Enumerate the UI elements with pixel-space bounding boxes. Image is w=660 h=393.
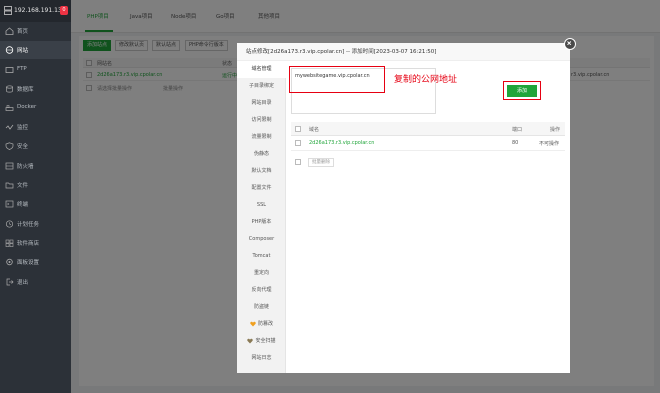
menu-site-dir[interactable]: 网站目录 bbox=[237, 95, 286, 112]
site-edit-modal: 站点修改[2d26a173.r3.vip.cpolar.cn] -- 添加时间[… bbox=[237, 38, 576, 373]
highlight-box-domain bbox=[289, 66, 385, 93]
terminal-icon bbox=[5, 200, 14, 208]
sidebar-item-label: 首页 bbox=[17, 29, 29, 35]
sidebar-item-label: 监控 bbox=[17, 125, 29, 131]
sidebar-item-label: Docker bbox=[17, 104, 37, 110]
sidebar-item-home[interactable]: 首页 bbox=[0, 22, 71, 40]
sidebar-item-logout[interactable]: 退出 bbox=[0, 273, 71, 291]
sidebar-item-files[interactable]: 文件 bbox=[0, 176, 71, 194]
close-icon bbox=[567, 41, 572, 46]
menu-label: 防篡改 bbox=[257, 321, 273, 327]
sidebar-item-label: 防火墙 bbox=[17, 164, 34, 170]
modal-title: 站点修改[2d26a173.r3.vip.cpolar.cn] -- 添加时间[… bbox=[237, 43, 570, 61]
sidebar: 192.168.191.130 0 首页 网站 FTP 数据库 Docker 监… bbox=[0, 0, 71, 393]
menu-composer[interactable]: Composer bbox=[237, 231, 286, 248]
sidebar-item-firewall[interactable]: 防火墙 bbox=[0, 157, 71, 175]
home-icon bbox=[5, 27, 14, 35]
menu-domain-manage[interactable]: 域名管理 bbox=[237, 61, 286, 78]
database-icon bbox=[6, 85, 13, 93]
shield-icon bbox=[5, 142, 14, 150]
sidebar-item-label: 文件 bbox=[17, 183, 29, 189]
domain-table-header: 域名 端口 操作 bbox=[291, 122, 565, 136]
menu-default-doc[interactable]: 默认文档 bbox=[237, 163, 286, 180]
sidebar-item-terminal[interactable]: 终端 bbox=[0, 195, 71, 213]
menu-config-file[interactable]: 配置文件 bbox=[237, 180, 286, 197]
menu-security-scan[interactable]: 安全扫描 bbox=[237, 333, 286, 350]
menu-rewrite[interactable]: 伪静态 bbox=[237, 146, 286, 163]
server-header: 192.168.191.130 0 bbox=[0, 0, 71, 22]
menu-tamper-proof[interactable]: 防篡改 bbox=[237, 316, 286, 333]
menu-traffic-limit[interactable]: 流量限制 bbox=[237, 129, 286, 146]
menu-ssl[interactable]: SSL bbox=[237, 197, 286, 214]
sidebar-item-website[interactable]: 网站 bbox=[0, 41, 71, 59]
logout-icon bbox=[6, 278, 14, 286]
server-icon bbox=[4, 6, 12, 15]
sidebar-item-label: 软件商店 bbox=[17, 241, 40, 247]
notification-badge[interactable]: 0 bbox=[60, 6, 68, 15]
gear-icon bbox=[6, 258, 13, 266]
action-cell: 不可操作 bbox=[539, 141, 560, 147]
col-action: 操作 bbox=[550, 127, 561, 133]
heart-icon bbox=[247, 338, 254, 343]
select-all-checkbox[interactable] bbox=[295, 126, 301, 132]
batch-checkbox[interactable] bbox=[295, 159, 301, 165]
server-ip: 192.168.191.130 bbox=[14, 7, 66, 14]
monitor-icon bbox=[5, 124, 14, 130]
modal-menu: 域名管理 子目录绑定 网站目录 访问限制 流量限制 伪静态 默认文档 配置文件 … bbox=[237, 61, 286, 373]
sidebar-item-settings[interactable]: 面板设置 bbox=[0, 253, 71, 271]
port-cell: 80 bbox=[512, 140, 519, 146]
sidebar-item-label: 面板设置 bbox=[17, 260, 40, 266]
firewall-icon bbox=[5, 162, 14, 170]
menu-site-log[interactable]: 网站日志 bbox=[237, 350, 286, 367]
sidebar-item-label: 计划任务 bbox=[17, 222, 40, 228]
sidebar-item-label: 终端 bbox=[17, 202, 29, 208]
sidebar-item-security[interactable]: 安全 bbox=[0, 137, 71, 155]
folder-icon bbox=[5, 182, 14, 189]
table-row: 2d26a173.r3.vip.cpolar.cn 80 不可操作 bbox=[291, 136, 565, 151]
sidebar-item-store[interactable]: 软件商店 bbox=[0, 234, 71, 252]
menu-redirect[interactable]: 重定向 bbox=[237, 265, 286, 282]
row-checkbox[interactable] bbox=[295, 140, 301, 146]
heart-icon bbox=[250, 321, 256, 326]
highlight-box-add bbox=[503, 81, 541, 100]
sidebar-item-ftp[interactable]: FTP bbox=[0, 61, 71, 79]
sidebar-item-label: 退出 bbox=[17, 280, 29, 286]
sidebar-item-label: 数据库 bbox=[17, 87, 34, 93]
docker-icon bbox=[5, 105, 14, 111]
menu-access-limit[interactable]: 访问限制 bbox=[237, 112, 286, 129]
menu-php-version[interactable]: PHP版本 bbox=[237, 214, 286, 231]
sidebar-item-label: 网站 bbox=[17, 48, 29, 54]
sidebar-item-cron[interactable]: 计划任务 bbox=[0, 215, 71, 233]
ftp-icon bbox=[5, 67, 14, 73]
sidebar-item-database[interactable]: 数据库 bbox=[0, 80, 71, 98]
col-port: 端口 bbox=[512, 127, 523, 133]
menu-label: 安全扫描 bbox=[255, 338, 276, 344]
annotation-text: 复制的公网地址 bbox=[394, 75, 458, 85]
sidebar-item-label: FTP bbox=[17, 66, 27, 72]
sidebar-item-monitor[interactable]: 监控 bbox=[0, 118, 71, 136]
store-icon bbox=[5, 239, 14, 247]
close-button[interactable] bbox=[564, 38, 576, 50]
col-domain: 域名 bbox=[309, 127, 320, 133]
clock-icon bbox=[5, 220, 14, 228]
menu-reverse-proxy[interactable]: 反向代理 bbox=[237, 282, 286, 299]
batch-delete-button[interactable]: 批量删除 bbox=[308, 158, 334, 167]
sidebar-item-label: 安全 bbox=[17, 144, 29, 150]
menu-tomcat[interactable]: Tomcat bbox=[237, 248, 286, 265]
domain-cell[interactable]: 2d26a173.r3.vip.cpolar.cn bbox=[309, 140, 374, 146]
globe-icon bbox=[5, 46, 14, 54]
sidebar-item-docker[interactable]: Docker bbox=[0, 99, 71, 117]
menu-subdir-bind[interactable]: 子目录绑定 bbox=[237, 78, 286, 95]
menu-hotlink[interactable]: 防盗链 bbox=[237, 299, 286, 316]
